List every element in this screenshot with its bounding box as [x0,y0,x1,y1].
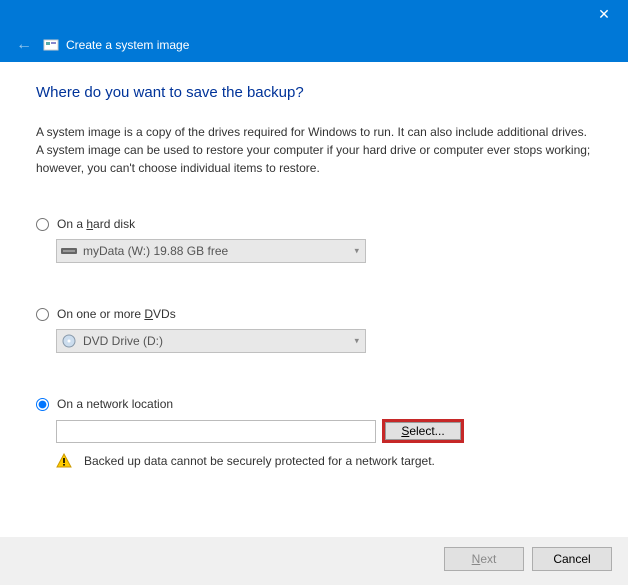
network-path-input[interactable] [56,420,376,443]
radio-network-row[interactable]: On a network location [36,397,592,411]
option-network: On a network location SSelect...elect...… [36,397,592,469]
cancel-button[interactable]: Cancel [532,547,612,571]
select-button[interactable]: SSelect...elect... [382,419,464,443]
option-harddisk: On a hard disk myData (W:) 19.88 GB free… [36,217,592,263]
radio-dvd-row[interactable]: On one or more DVDs [36,307,592,321]
network-warning-text: Backed up data cannot be securely protec… [84,454,435,468]
chevron-down-icon: ▾ [354,246,359,257]
titlebar: ✕ [0,0,628,28]
back-button[interactable]: ← [10,31,38,59]
arrow-left-icon: ← [16,36,32,54]
radio-dvd-label: On one or more DVDs [57,307,176,321]
dvd-icon [61,333,77,349]
radio-dvd[interactable] [36,308,49,321]
header-bar: ← Create a system image [0,28,628,62]
radio-network-label: On a network location [57,397,173,411]
harddisk-combo-text: myData (W:) 19.88 GB free [83,244,228,258]
network-warning: Backed up data cannot be securely protec… [56,453,592,469]
harddisk-combo[interactable]: myData (W:) 19.88 GB free ▾ [56,239,366,263]
dvd-combo[interactable]: DVD Drive (D:) ▾ [56,329,366,353]
network-input-row: SSelect...elect... [56,419,592,443]
warning-icon [56,453,72,469]
harddisk-icon [61,243,77,259]
page-description: A system image is a copy of the drives r… [36,123,592,177]
radio-network[interactable] [36,398,49,411]
next-button[interactable]: Next [444,547,524,571]
close-icon: ✕ [598,6,610,23]
close-button[interactable]: ✕ [584,0,624,28]
system-image-icon [42,36,60,54]
dvd-combo-text: DVD Drive (D:) [83,334,163,348]
system-image-wizard: ✕ ← Create a system image Where do you w… [0,0,628,585]
footer: Next Cancel [0,537,628,585]
page-heading: Where do you want to save the backup? [36,84,592,101]
radio-harddisk-label: On a hard disk [57,217,135,231]
chevron-down-icon: ▾ [354,336,359,347]
radio-harddisk-row[interactable]: On a hard disk [36,217,592,231]
content-area: Where do you want to save the backup? A … [0,62,628,537]
window-title: Create a system image [66,38,189,52]
radio-harddisk[interactable] [36,218,49,231]
option-dvd: On one or more DVDs DVD Drive (D:) ▾ [36,307,592,353]
